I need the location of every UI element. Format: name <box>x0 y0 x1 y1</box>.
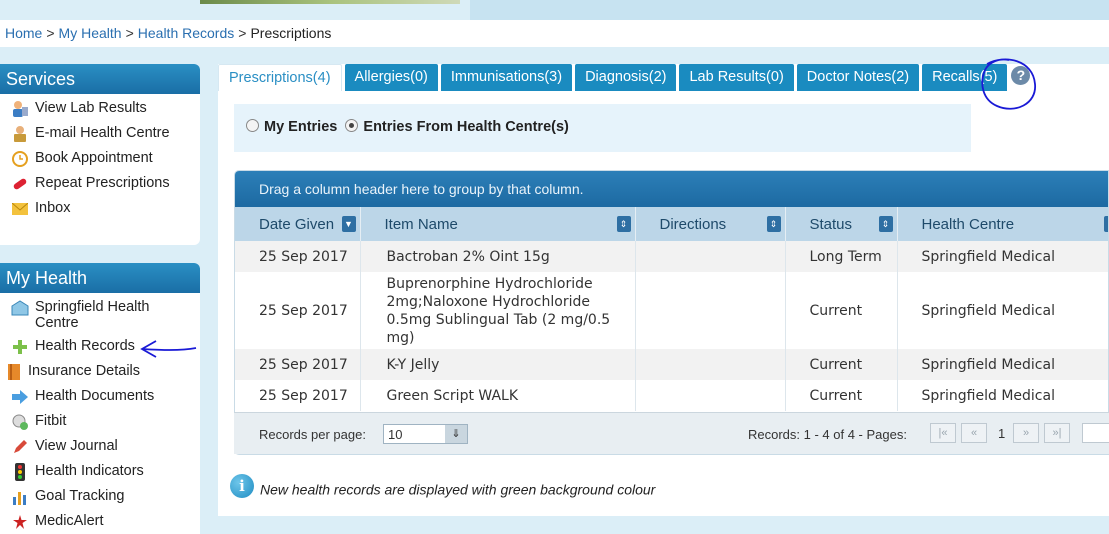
top-banner <box>0 0 1109 20</box>
first-page-button[interactable]: |« <box>930 423 956 443</box>
column-health-centre[interactable]: Health Centre⇕ <box>897 207 1108 241</box>
page-size-box[interactable] <box>1082 423 1109 443</box>
pill-icon <box>10 175 30 193</box>
breadcrumb-current: Prescriptions <box>250 25 332 41</box>
nav-springfield-health-centre[interactable]: Springfield Health Centre <box>0 299 200 338</box>
sort-down-icon[interactable]: ▼ <box>341 216 356 232</box>
nav-health-records[interactable]: Health Records <box>0 338 200 363</box>
breadcrumb-my-health[interactable]: My Health <box>59 25 122 41</box>
services-panel: Services View Lab Results E-mail Health … <box>0 64 200 245</box>
nav-repeat-prescriptions[interactable]: Repeat Prescriptions <box>0 175 200 200</box>
traffic-light-icon <box>10 463 30 481</box>
current-page[interactable]: 1 <box>998 426 1005 441</box>
lab-results-icon <box>10 100 30 118</box>
breadcrumb: Home > My Health > Health Records > Prescripti… <box>0 20 1109 47</box>
column-directions[interactable]: Directions ⇕ <box>635 207 786 241</box>
prev-page-button[interactable]: « <box>961 423 987 443</box>
column-date-given[interactable]: Date Given ▼ <box>235 207 361 241</box>
nav-book-appointment[interactable]: Book Appointment <box>0 150 200 175</box>
nav-medicalert[interactable]: MedicAlert <box>0 513 200 534</box>
info-note: i New health records are displayed with g… <box>230 474 655 498</box>
table-row[interactable]: 25 Sep 2017 Bactroban 2% Oint 15g Long T… <box>235 241 1108 272</box>
my-health-title: My Health <box>0 263 200 293</box>
nav-insurance-details[interactable]: Insurance Details <box>0 363 200 388</box>
email-doctor-icon <box>10 125 30 143</box>
table-row[interactable]: 25 Sep 2017 Buprenorphine Hydrochloride … <box>235 272 1108 349</box>
table-row[interactable]: 25 Sep 2017 Green Script WALK Current Sp… <box>235 380 1108 411</box>
sort-icon[interactable]: ⇕ <box>766 216 781 232</box>
tab-immunisations[interactable]: Immunisations(3) <box>440 64 573 91</box>
group-drop-zone[interactable]: Drag a column header here to group by th… <box>235 171 1108 207</box>
records-info: Records: 1 - 4 of 4 - Pages: <box>748 427 907 442</box>
tab-doctor-notes[interactable]: Doctor Notes(2) <box>796 64 920 91</box>
nav-view-journal[interactable]: View Journal <box>0 438 200 463</box>
bar-chart-icon <box>10 488 30 506</box>
banner-image <box>200 0 460 4</box>
nav-health-indicators[interactable]: Health Indicators <box>0 463 200 488</box>
breadcrumb-home[interactable]: Home <box>5 25 42 41</box>
radio-icon <box>246 119 259 132</box>
building-icon <box>10 299 30 317</box>
book-icon <box>8 363 22 381</box>
services-title: Services <box>0 64 200 94</box>
banner-strip <box>470 0 1109 20</box>
next-page-button[interactable]: » <box>1013 423 1039 443</box>
arrow-right-icon <box>10 388 30 406</box>
my-health-panel: My Health Springfield Health Centre Heal… <box>0 263 200 534</box>
nav-fitbit[interactable]: Fitbit <box>0 413 200 438</box>
nav-goal-tracking[interactable]: Goal Tracking <box>0 488 200 513</box>
clock-icon <box>10 150 30 168</box>
info-icon: i <box>230 474 254 498</box>
tab-diagnosis[interactable]: Diagnosis(2) <box>575 64 677 91</box>
nav-inbox[interactable]: Inbox <box>0 200 200 225</box>
sort-icon[interactable]: ⇕ <box>616 216 631 232</box>
tab-prescriptions[interactable]: Prescriptions(4) <box>218 64 342 91</box>
entry-filter: My Entries Entries From Health Centre(s) <box>234 104 971 152</box>
fitbit-icon <box>10 413 30 431</box>
plus-icon <box>10 338 30 356</box>
breadcrumb-health-records[interactable]: Health Records <box>138 25 235 41</box>
column-status[interactable]: Status ⇕ <box>785 207 898 241</box>
sort-icon[interactable]: ⇕ <box>1103 216 1108 232</box>
chevron-down-icon[interactable]: ⇓ <box>445 425 467 443</box>
last-page-button[interactable]: »| <box>1044 423 1070 443</box>
nav-view-lab-results[interactable]: View Lab Results <box>0 100 200 125</box>
envelope-icon <box>10 200 30 218</box>
grid-pager: Records per page: 10 ⇓ Records: 1 - 4 of … <box>234 412 1109 454</box>
help-icon[interactable]: ? <box>1011 66 1031 85</box>
table-row[interactable]: 25 Sep 2017 K-Y Jelly Current Springfiel… <box>235 349 1108 380</box>
tab-recalls[interactable]: Recalls(5) <box>922 64 1008 91</box>
tab-allergies[interactable]: Allergies(0) <box>344 64 438 91</box>
main-content: Prescriptions(4) Allergies(0) Immunisati… <box>218 64 1109 516</box>
records-per-page-select[interactable]: 10 ⇓ <box>383 424 468 444</box>
radio-my-entries[interactable]: My Entries <box>246 119 337 135</box>
record-tabs: Prescriptions(4) Allergies(0) Immunisati… <box>218 64 1031 92</box>
column-item-name[interactable]: Item Name ⇕ <box>360 207 636 241</box>
records-per-page-label: Records per page: <box>259 427 366 442</box>
radio-health-centre-entries[interactable]: Entries From Health Centre(s) <box>345 119 569 135</box>
nav-email-health-centre[interactable]: E-mail Health Centre <box>0 125 200 150</box>
sort-icon[interactable]: ⇕ <box>878 216 893 232</box>
nav-health-documents[interactable]: Health Documents <box>0 388 200 413</box>
pencil-icon <box>10 438 30 456</box>
tab-lab-results[interactable]: Lab Results(0) <box>679 64 794 91</box>
radio-selected-icon <box>345 119 359 132</box>
grid-header-row: Date Given ▼ Item Name ⇕ Directions ⇕ Statu… <box>235 207 1108 241</box>
medicalert-icon <box>10 513 30 531</box>
